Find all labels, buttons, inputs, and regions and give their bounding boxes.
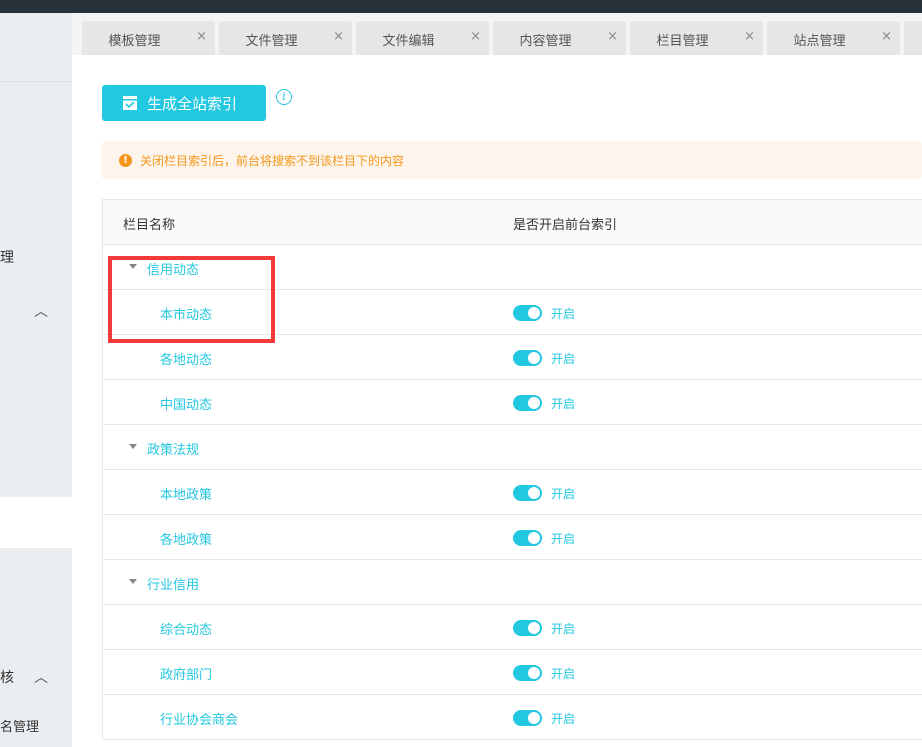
- tab-content[interactable]: 内容管理 ×: [493, 21, 626, 55]
- column-name-link[interactable]: 中国动态: [160, 394, 212, 413]
- close-icon[interactable]: ×: [744, 29, 755, 44]
- tab-file-edit[interactable]: 文件编辑 ×: [356, 21, 489, 55]
- tab-label: 文件管理: [245, 34, 298, 49]
- calendar-check-icon: [123, 96, 137, 110]
- toggle-status: 开启: [551, 307, 576, 321]
- tab-template[interactable]: 模板管理 ×: [82, 21, 215, 55]
- table-header: 栏目名称 是否开启前台索引: [103, 200, 922, 245]
- tab-bar: 模板管理 × 文件管理 × 文件编辑 × 内容管理 × 栏目管理 × 站点管理 ×: [72, 13, 922, 55]
- sidebar-gap: [0, 497, 72, 548]
- tab-label: 模板管理: [108, 34, 161, 49]
- tab-sites[interactable]: 站点管理 ×: [767, 21, 900, 55]
- sidebar-divider: [0, 81, 72, 82]
- close-icon[interactable]: ×: [196, 29, 207, 44]
- caret-down-icon[interactable]: [129, 579, 137, 584]
- tab-columns[interactable]: 栏目管理 ×: [630, 21, 763, 55]
- top-bar: [0, 0, 922, 13]
- table-row: 政府部门 开启: [103, 650, 922, 695]
- index-toggle[interactable]: [513, 710, 542, 726]
- index-toggle[interactable]: [513, 620, 542, 636]
- close-icon[interactable]: ×: [607, 29, 618, 44]
- sidebar: 理 ︿ 核 ︿ 名管理: [0, 13, 72, 747]
- tab-label: 栏目管理: [656, 34, 709, 49]
- toggle-status: 开启: [551, 532, 576, 546]
- tab-files[interactable]: 文件管理 ×: [219, 21, 352, 55]
- highlight-box: [108, 256, 275, 343]
- warning-alert: ! 关闭栏目索引后，前台将搜索不到该栏目下的内容: [102, 141, 922, 179]
- sidebar-item[interactable]: 理: [0, 247, 14, 267]
- column-name-link[interactable]: 政策法规: [147, 439, 199, 458]
- toggle-status: 开启: [551, 397, 576, 411]
- index-toggle[interactable]: [513, 395, 542, 411]
- header-column-name: 栏目名称: [123, 218, 176, 233]
- column-name-link[interactable]: 综合动态: [160, 619, 212, 638]
- index-toggle[interactable]: [513, 305, 542, 321]
- close-icon[interactable]: ×: [333, 29, 344, 44]
- index-toggle[interactable]: [513, 485, 542, 501]
- close-icon[interactable]: ×: [881, 29, 892, 44]
- table-row: 本地政策 开启: [103, 470, 922, 515]
- chevron-up-icon[interactable]: ︿: [34, 301, 48, 321]
- column-name-link[interactable]: 本地政策: [160, 484, 212, 503]
- index-toggle[interactable]: [513, 530, 542, 546]
- caret-down-icon[interactable]: [129, 444, 137, 449]
- tab-label: 站点管理: [793, 34, 846, 49]
- generate-index-label: 生成全站索引: [147, 94, 238, 113]
- header-index-enabled: 是否开启前台索引: [513, 218, 618, 233]
- table-row: 政策法规: [103, 425, 922, 470]
- alert-text: 关闭栏目索引后，前台将搜索不到该栏目下的内容: [140, 153, 405, 168]
- table-row: 中国动态 开启: [103, 380, 922, 425]
- column-name-link[interactable]: 政府部门: [160, 664, 212, 683]
- close-icon[interactable]: ×: [470, 29, 481, 44]
- toggle-status: 开启: [551, 352, 576, 366]
- toggle-status: 开启: [551, 667, 576, 681]
- table-row: 综合动态 开启: [103, 605, 922, 650]
- toggle-status: 开启: [551, 622, 576, 636]
- column-name-link[interactable]: 行业信用: [147, 574, 199, 593]
- column-name-link[interactable]: 行业协会商会: [160, 709, 238, 728]
- toggle-status: 开启: [551, 487, 576, 501]
- tab-label: 文件编辑: [382, 34, 435, 49]
- tab-label: 内容管理: [519, 34, 572, 49]
- tab-more[interactable]: [904, 21, 922, 55]
- table-row: 行业协会商会 开启: [103, 695, 922, 740]
- info-icon[interactable]: i: [276, 89, 292, 105]
- index-toggle[interactable]: [513, 665, 542, 681]
- warning-icon: !: [119, 153, 132, 167]
- table-row: 各地政策 开启: [103, 515, 922, 560]
- toggle-status: 开启: [551, 712, 576, 726]
- chevron-up-icon[interactable]: ︿: [34, 667, 48, 687]
- column-name-link[interactable]: 各地动态: [160, 349, 212, 368]
- sidebar-item[interactable]: 核: [0, 667, 14, 687]
- generate-index-button[interactable]: 生成全站索引: [102, 85, 266, 121]
- index-toggle[interactable]: [513, 350, 542, 366]
- sidebar-item[interactable]: 名管理: [0, 716, 39, 735]
- column-name-link[interactable]: 各地政策: [160, 529, 212, 548]
- table-row: 行业信用: [103, 560, 922, 605]
